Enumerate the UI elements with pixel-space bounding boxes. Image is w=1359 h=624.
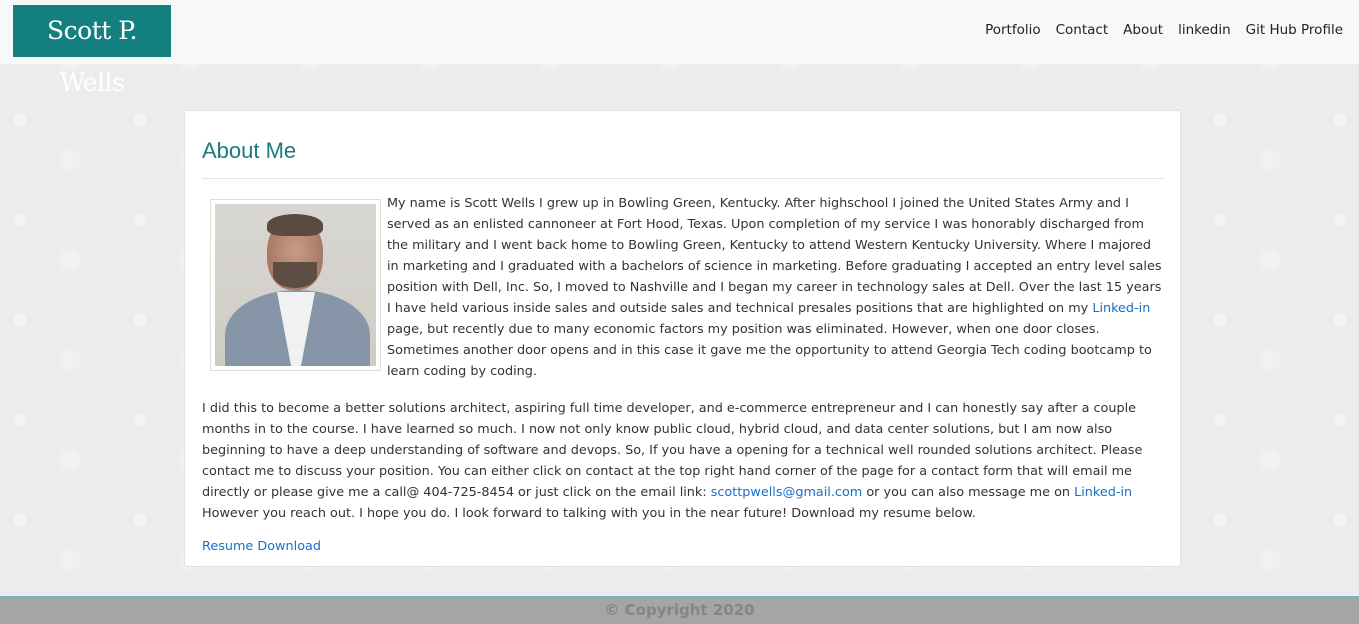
copyright-text: © Copyright 2020 bbox=[604, 601, 755, 619]
about-card: About Me My name is Scott Wells I grew u… bbox=[184, 110, 1181, 567]
about-paragraph-2: I did this to become a better solutions … bbox=[202, 398, 1165, 524]
brand-logo[interactable]: Scott P. Wells bbox=[13, 5, 171, 97]
title-divider bbox=[202, 178, 1165, 179]
nav-linkedin-link[interactable]: linkedin bbox=[1178, 22, 1231, 38]
nav-about-link[interactable]: About bbox=[1123, 22, 1163, 38]
nav-contact-link[interactable]: Contact bbox=[1056, 22, 1109, 38]
nav-github-link[interactable]: Git Hub Profile bbox=[1246, 22, 1343, 38]
about-text-2b: or you can also message me on bbox=[862, 485, 1075, 500]
footer: © Copyright 2020 bbox=[0, 596, 1359, 624]
about-text-1a: My name is Scott Wells I grew up in Bowl… bbox=[387, 196, 1162, 316]
page-title: About Me bbox=[202, 138, 297, 163]
linkedin-inline-link-1[interactable]: Linked-in bbox=[1092, 301, 1150, 316]
linkedin-inline-link-2[interactable]: Linked-in bbox=[1074, 485, 1132, 500]
resume-download-link[interactable]: Resume Download bbox=[202, 539, 321, 554]
photo-hair bbox=[267, 214, 323, 236]
photo-beard bbox=[273, 262, 317, 288]
navbar: Scott P. Wells Portfolio Contact About l… bbox=[0, 0, 1359, 97]
profile-photo bbox=[210, 199, 381, 371]
about-text-1b: page, but recently due to many economic … bbox=[387, 322, 1152, 379]
nav-portfolio-link[interactable]: Portfolio bbox=[985, 22, 1041, 38]
email-link[interactable]: scottpwells@gmail.com bbox=[711, 485, 863, 500]
about-text-2c: However you reach out. I hope you do. I … bbox=[202, 506, 976, 521]
nav-links: Portfolio Contact About linkedin Git Hub… bbox=[985, 22, 1343, 38]
about-paragraph-1: My name is Scott Wells I grew up in Bowl… bbox=[387, 193, 1165, 382]
profile-photo-image bbox=[215, 204, 376, 366]
